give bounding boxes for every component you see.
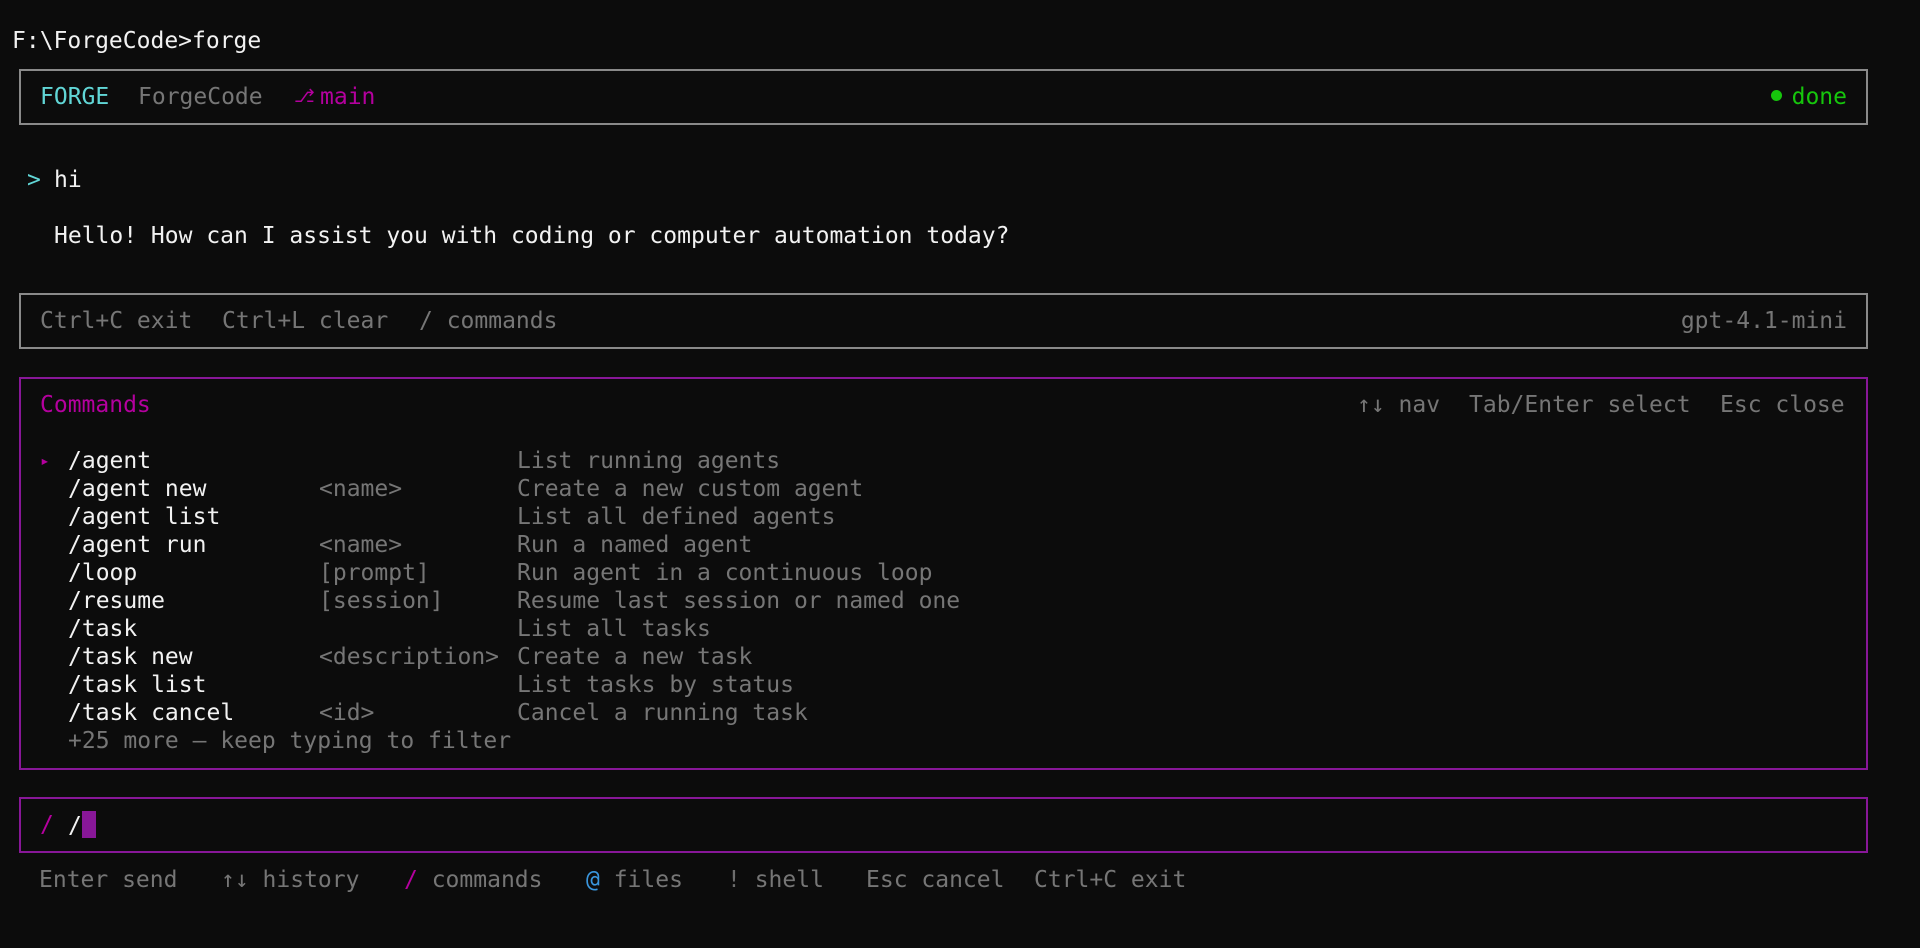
footer-exit-hint: Ctrl+C exit xyxy=(1034,867,1187,893)
command-description: List all defined agents xyxy=(517,504,836,530)
user-prompt-marker: > xyxy=(27,167,41,193)
command-arg: [prompt] xyxy=(319,560,430,586)
user-message: hi xyxy=(54,167,82,193)
nav-hint: ↑↓ nav xyxy=(1357,392,1441,418)
commands-title: Commands xyxy=(40,392,151,418)
command-name: /loop xyxy=(68,560,138,586)
input-prompt-symbol: / xyxy=(40,812,54,838)
command-arg: <name> xyxy=(319,532,403,558)
command-name: /task new xyxy=(68,644,193,670)
selected-indicator-icon: ▸ xyxy=(40,451,50,470)
project-name: ForgeCode xyxy=(138,84,263,110)
command-name: /task cancel xyxy=(68,700,235,726)
footer-files-label: files xyxy=(599,867,683,893)
brand-label: FORGE xyxy=(40,84,110,110)
hint-exit: Ctrl+C exit xyxy=(40,308,193,334)
assistant-message: Hello! How can I assist you with coding … xyxy=(54,223,1010,249)
command-description: Run agent in a continuous loop xyxy=(517,560,933,586)
footer-send-hint: Enter send xyxy=(39,867,178,893)
shell-prompt-line: F:\ForgeCode>forge xyxy=(12,28,262,54)
command-item-task-cancel[interactable]: /task cancel <id> Cancel a running task xyxy=(21,699,1866,727)
command-item-task-list[interactable]: /task list List tasks by status xyxy=(21,671,1866,699)
command-arg: <id> xyxy=(319,700,375,726)
status-dot-icon xyxy=(1770,90,1782,101)
command-item-agent-run[interactable]: /agent run <name> Run a named agent xyxy=(21,531,1866,559)
command-name: /agent run xyxy=(68,532,207,558)
command-name: /agent xyxy=(68,448,152,474)
close-hint: Esc close xyxy=(1720,392,1845,418)
command-item-agent-new[interactable]: /agent new <name> Create a new custom ag… xyxy=(21,475,1866,503)
command-description: List all tasks xyxy=(517,616,711,642)
command-item-loop[interactable]: /loop [prompt] Run agent in a continuous… xyxy=(21,559,1866,587)
command-name: /resume xyxy=(68,588,165,614)
footer-shell-key: ! xyxy=(727,867,741,893)
command-description: Cancel a running task xyxy=(517,700,808,726)
select-hint: Tab/Enter select xyxy=(1469,392,1691,418)
more-commands-note: +25 more — keep typing to filter xyxy=(21,727,1866,755)
command-name: /task list xyxy=(68,672,207,698)
hint-commands: / commands xyxy=(419,308,558,334)
status-indicator: done xyxy=(1770,83,1847,111)
footer-shell-label: shell xyxy=(740,867,824,893)
command-description: Create a new task xyxy=(517,644,753,670)
input-value: / xyxy=(68,813,82,839)
command-name: /agent new xyxy=(68,476,207,502)
command-name: /agent list xyxy=(68,504,221,530)
header-bar: FORGE ForgeCode ⎇ main done xyxy=(19,69,1868,125)
footer-shell-hint: ! shell xyxy=(727,866,824,894)
command-item-agent[interactable]: ▸ /agent List running agents xyxy=(21,447,1866,475)
command-arg: [session] xyxy=(319,588,444,614)
command-description: Resume last session or named one xyxy=(517,588,961,614)
footer-commands-label: commands xyxy=(417,867,543,893)
hint-clear: Ctrl+L clear xyxy=(222,308,389,334)
command-description: List tasks by status xyxy=(517,672,794,698)
commands-panel: Commands ↑↓ nav Tab/Enter select Esc clo… xyxy=(19,377,1868,770)
footer-cancel-hint: Esc cancel xyxy=(866,867,1005,893)
command-item-agent-list[interactable]: /agent list List all defined agents xyxy=(21,503,1866,531)
text-cursor xyxy=(81,811,96,838)
model-name[interactable]: gpt-4.1-mini xyxy=(1681,307,1847,335)
status-label: done xyxy=(1791,84,1847,110)
command-description: Run a named agent xyxy=(517,532,753,558)
more-commands-text: +25 more — keep typing to filter xyxy=(68,728,512,754)
command-input[interactable]: / xyxy=(68,811,96,840)
footer-files-key: @ xyxy=(586,867,600,893)
command-item-resume[interactable]: /resume [session] Resume last session or… xyxy=(21,587,1866,615)
command-item-task[interactable]: /task List all tasks xyxy=(21,615,1866,643)
command-item-task-new[interactable]: /task new <description> Create a new tas… xyxy=(21,643,1866,671)
footer-files-hint: @ files xyxy=(586,866,683,894)
footer-history-hint: ↑↓ history xyxy=(221,867,360,893)
branch-name: main xyxy=(320,84,376,110)
git-branch-icon: ⎇ xyxy=(294,86,315,107)
command-description: List running agents xyxy=(517,448,781,474)
command-arg: <description> xyxy=(319,644,500,670)
hints-bar: Ctrl+C exit Ctrl+L clear / commands gpt-… xyxy=(19,293,1868,349)
footer-commands-key: / xyxy=(404,867,418,893)
command-description: Create a new custom agent xyxy=(517,476,864,502)
footer-commands-hint: / commands xyxy=(404,866,542,894)
command-name: /task xyxy=(68,616,138,642)
command-input-box[interactable]: / / xyxy=(19,797,1868,853)
command-arg: <name> xyxy=(319,476,403,502)
